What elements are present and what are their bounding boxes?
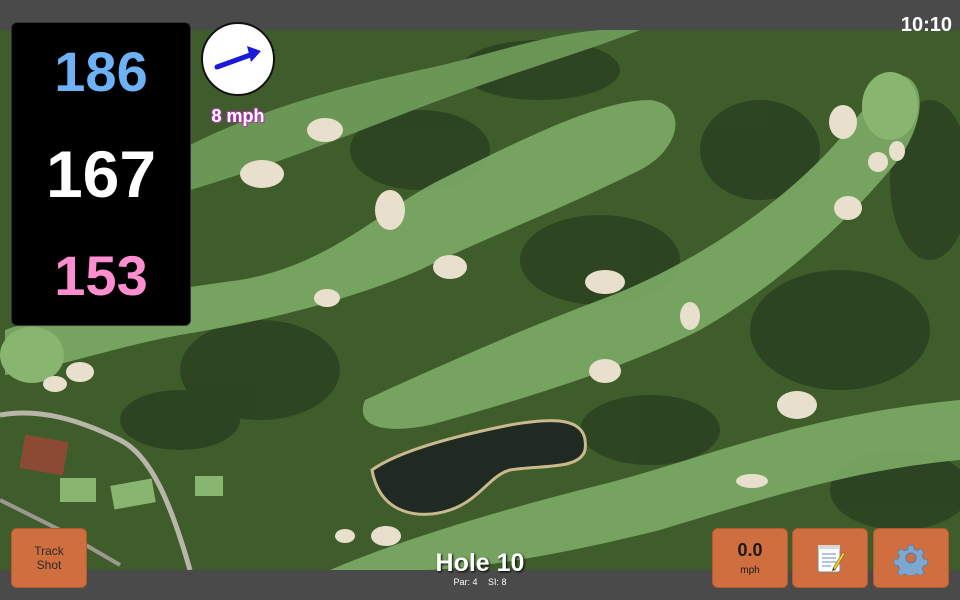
wind-dial [201, 22, 275, 96]
track-shot-label-line1: Track [34, 544, 64, 558]
track-shot-button[interactable]: Track Shot [11, 528, 87, 588]
wind-arrow-icon [214, 46, 261, 70]
settings-button[interactable] [873, 528, 949, 588]
hole-stroke-index: SI: 8 [488, 577, 507, 587]
notepad-icon [817, 545, 845, 573]
front-yardage: 153 [54, 244, 148, 308]
hole-par: Par: 4 [453, 577, 478, 587]
shot-speed-button[interactable]: 0.0 mph [712, 528, 788, 588]
gear-icon [894, 544, 928, 575]
notes-button[interactable] [792, 528, 868, 588]
clock: 10:10 [900, 14, 952, 36]
hole-title: Hole 10 [435, 549, 525, 577]
back-yardage: 186 [54, 39, 148, 103]
track-shot-label-line2: Shot [36, 558, 62, 572]
shot-speed-unit: mph [740, 565, 760, 576]
yardage-panel: 186 167 153 [11, 22, 191, 326]
middle-yardage: 167 [45, 136, 157, 211]
hole-info: Par: 4 SI: 8 [400, 577, 560, 587]
shot-speed-value: 0.0 [737, 540, 763, 560]
wind-speed: 8 mph [211, 106, 265, 126]
